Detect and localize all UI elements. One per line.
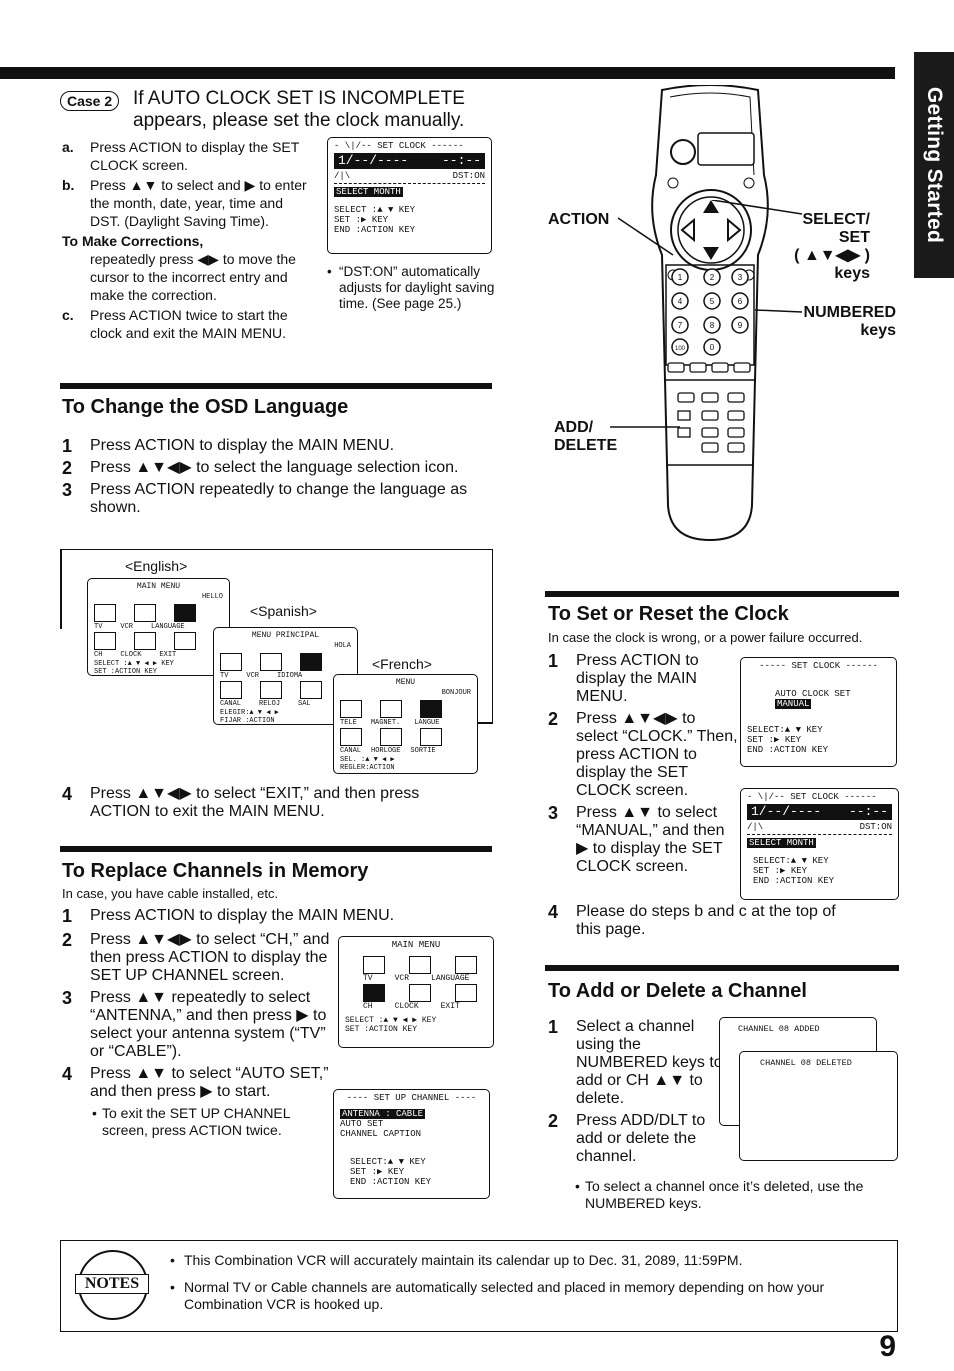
section-rule (60, 383, 492, 389)
set-clock-steps: 1 Press ACTION to display the MAIN MENU. … (548, 651, 738, 875)
numbered-keys-label: NUMBERED keys (803, 304, 896, 339)
english-label: <English> (125, 558, 188, 574)
replace-channels-subtitle: In case, you have cable installed, etc. (62, 886, 279, 901)
action-label: ACTION (548, 211, 610, 228)
dst-note: • “DST:ON” automatically adjusts for dayl… (327, 264, 495, 311)
replace-channels-heading: To Replace Channels in Memory (62, 860, 369, 882)
note-item: Normal TV or Cable channels are automati… (170, 1279, 870, 1313)
osd-title: - \|/-- SET CLOCK ------ (334, 141, 464, 151)
french-main-menu: MENU BONJOUR TELE MAGNET. LANGUE CANAL HORL… (333, 674, 478, 774)
add-delete-note: • To select a channel once it’s deleted, … (575, 1178, 864, 1211)
section-tab: Getting Started (914, 52, 954, 278)
set-clock-heading: To Set or Reset the Clock (548, 603, 789, 625)
replace-channels-steps: 2 Press ▲▼◀▶ to select “CH,” and then pre… (62, 931, 332, 1139)
channel-deleted-osd: CHANNEL 08 DELETED (739, 1051, 898, 1161)
main-menu-osd: MAIN MENU TV VCR LANGUAGE CH CLOCK EXIT SELE… (338, 936, 494, 1048)
setup-channel-osd: ---- SET UP CHANNEL ---- ANTENNA : CABLE… (333, 1089, 490, 1199)
osd-language-step4: 4 Press ▲▼◀▶ to select “EXIT,” and then p… (62, 784, 420, 820)
corrections-heading: To Make Corrections, (62, 233, 204, 249)
add-delete-label: ADD/DELETE (554, 419, 618, 454)
case2-step-c: c. Press ACTION twice to start the clock … (62, 307, 288, 341)
page-number: 9 (879, 1330, 896, 1363)
add-delete-heading: To Add or Delete a Channel (548, 980, 807, 1002)
french-label: <French> (372, 656, 432, 672)
osd-set-clock-case2: - \|/-- SET CLOCK ------ 1/--/---- --:-- … (327, 137, 492, 254)
osd-clock-bar: 1/--/---- --:-- (334, 153, 485, 169)
set-clock-manual-osd: - \|/-- SET CLOCK ------ 1/--/---- --:-- … (740, 788, 899, 900)
top-rule (0, 67, 895, 79)
section-rule (60, 846, 492, 852)
spanish-label: <Spanish> (250, 603, 317, 619)
power-button (670, 139, 696, 165)
remote-callout-lines (610, 200, 803, 428)
osd-language-steps: 1 Press ACTION to display the MAIN MENU. … (62, 436, 468, 516)
replace-channels-note: • To exit the SET UP CHANNEL screen, pres… (92, 1105, 291, 1138)
section-rule (545, 591, 899, 597)
set-clock-subtitle: In case the clock is wrong, or a power f… (548, 630, 863, 645)
english-main-menu: MAIN MENU HELLO TV VCR LANGUAGE CH CLOCK EXI… (87, 578, 230, 676)
select-set-label: SELECT/SET( ▲▼◀▶ ) keys (794, 211, 870, 282)
notes-icon: NOTES (75, 1250, 149, 1320)
notes-list: This Combination VCR will accurately mai… (170, 1252, 870, 1323)
note-item: This Combination VCR will accurately mai… (170, 1252, 870, 1269)
osd-status: SELECT MONTH (334, 187, 403, 197)
section-tab-label: Getting Started (923, 86, 946, 244)
case-title: If AUTO CLOCK SET IS INCOMPLETE appears,… (133, 88, 465, 131)
case2-step-b: b. Press ▲▼ to select and ▶ to enter the … (62, 177, 307, 229)
case2-step-a: a. Press ACTION to display the SET CLOCK … (62, 139, 300, 173)
section-rule (545, 965, 899, 971)
corrections-text: repeatedly press ◀▶ to move the cursor t… (90, 251, 296, 303)
set-clock-mode-osd: ----- SET CLOCK ------ AUTO CLOCK SET MA… (740, 657, 897, 767)
osd-language-heading: To Change the OSD Language (62, 396, 349, 418)
case2-steps: a. Press ACTION to display the SET CLOCK … (62, 138, 317, 344)
case-badge: Case 2 (60, 91, 120, 111)
add-delete-steps: 1 Select a channel using the NUMBERED key… (548, 1017, 723, 1165)
